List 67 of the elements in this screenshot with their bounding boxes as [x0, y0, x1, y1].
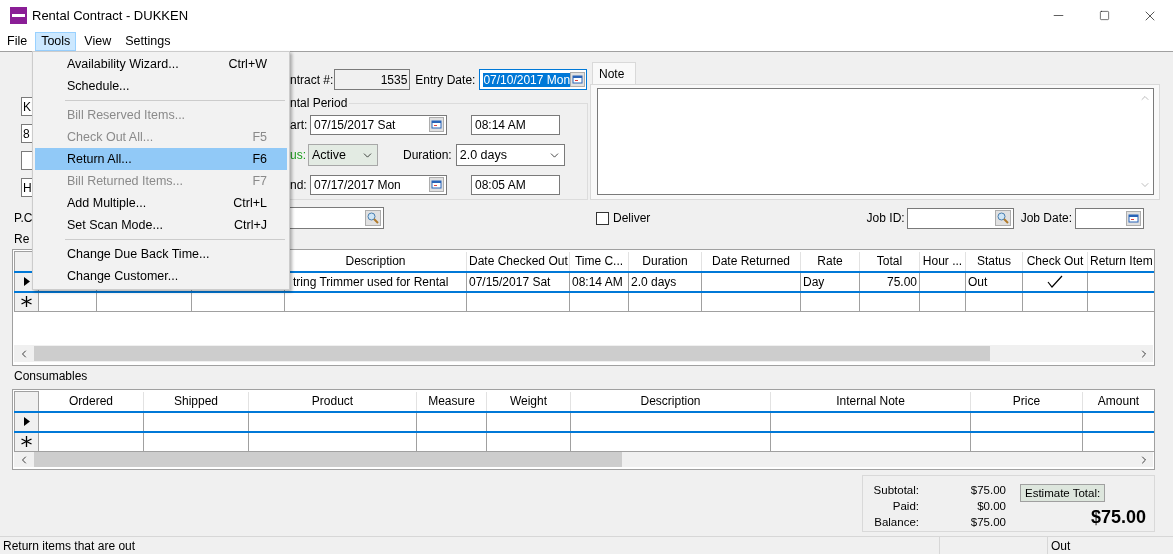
- search-icon[interactable]: [365, 210, 381, 226]
- field-label: art:: [290, 117, 309, 132]
- estimate-total-button[interactable]: Estimate Total:: [1020, 484, 1106, 502]
- horizontal-scrollbar[interactable]: [14, 345, 1153, 362]
- date-field[interactable]: 07/15/2017 Sat: [310, 114, 447, 135]
- menu-item[interactable]: Return All... F6: [35, 148, 287, 170]
- section-label: Re: [14, 232, 31, 246]
- table-cell: 08:14 AM: [569, 271, 629, 292]
- field-label: Entry Date:: [415, 72, 476, 87]
- app-logo: [10, 7, 27, 24]
- menu-item[interactable]: Tools: [35, 31, 77, 51]
- calendar-icon[interactable]: [429, 177, 444, 192]
- time-field[interactable]: 08:14 AM: [471, 114, 560, 135]
- total-value: $0.00: [977, 499, 1006, 514]
- duration-dropdown[interactable]: 2.0 days: [455, 144, 565, 166]
- menu-item[interactable]: View: [78, 31, 118, 51]
- field-label: Duration:: [403, 148, 452, 162]
- total-label: Balance:: [874, 515, 919, 530]
- field-label: Job ID:: [866, 211, 905, 225]
- row-pointer-icon: [23, 277, 30, 286]
- status-message: Return items that are out: [2, 538, 137, 553]
- status-text: Out: [1047, 537, 1173, 554]
- field-label: P.C: [14, 211, 33, 225]
- job-id-field[interactable]: [906, 207, 1014, 229]
- total-label: Paid:: [892, 499, 919, 514]
- status-dropdown[interactable]: Active: [308, 144, 378, 166]
- note-tab[interactable]: Note: [592, 62, 636, 84]
- entry-date-field[interactable]: 07/10/2017 Mon: [479, 69, 588, 90]
- menu-item[interactable]: Settings: [119, 31, 177, 51]
- menu-item[interactable]: Add Multiple... Ctrl+L: [35, 192, 287, 214]
- row-pointer-icon: [23, 417, 30, 426]
- job-date-field[interactable]: [1075, 207, 1144, 229]
- table-cell: 07/15/2017 Sat: [466, 271, 570, 292]
- grand-total: $75.00: [1090, 507, 1146, 528]
- calendar-icon[interactable]: [570, 72, 586, 87]
- section-label: Consumables: [14, 369, 89, 383]
- search-icon[interactable]: [994, 210, 1011, 226]
- table-cell: Day: [800, 271, 860, 292]
- contract-number-field[interactable]: 1535: [334, 69, 411, 90]
- calendar-icon[interactable]: [1126, 210, 1141, 226]
- checkbox-label: Deliver: [613, 211, 651, 225]
- menu-item[interactable]: Change Customer...: [35, 265, 287, 287]
- deliver-checkbox[interactable]: [596, 211, 609, 225]
- field-label: us:: [290, 148, 307, 162]
- table-cell: 75.00: [859, 271, 920, 292]
- menu-item[interactable]: File: [1, 31, 34, 51]
- menu-item[interactable]: Change Due Back Time...: [35, 243, 287, 265]
- field-label: nd:: [290, 177, 308, 192]
- field-label: ntract #:: [290, 72, 334, 87]
- menu-item[interactable]: Schedule...: [35, 75, 287, 97]
- maximize-icon[interactable]: [1098, 10, 1110, 21]
- field-label: Job Date:: [1020, 211, 1072, 225]
- new-row-icon: [21, 436, 32, 448]
- date-field[interactable]: 07/17/2017 Mon: [310, 174, 447, 195]
- window-title: Rental Contract - DUKKEN: [32, 8, 190, 23]
- table-cell: Out: [965, 271, 1023, 292]
- total-value: $75.00: [970, 515, 1006, 530]
- new-row-icon: [21, 296, 32, 308]
- total-label: Subtotal:: [873, 483, 919, 498]
- horizontal-scrollbar[interactable]: [14, 452, 1153, 467]
- menu-item[interactable]: Set Scan Mode... Ctrl+J: [35, 214, 287, 236]
- time-field[interactable]: 08:05 AM: [471, 174, 560, 195]
- total-value: $75.00: [970, 483, 1006, 498]
- calendar-icon[interactable]: [429, 117, 444, 132]
- table-cell: 2.0 days: [628, 271, 702, 292]
- group-title: ntal Period: [290, 96, 349, 110]
- menu-item[interactable]: Availability Wizard... Ctrl+W: [35, 53, 287, 75]
